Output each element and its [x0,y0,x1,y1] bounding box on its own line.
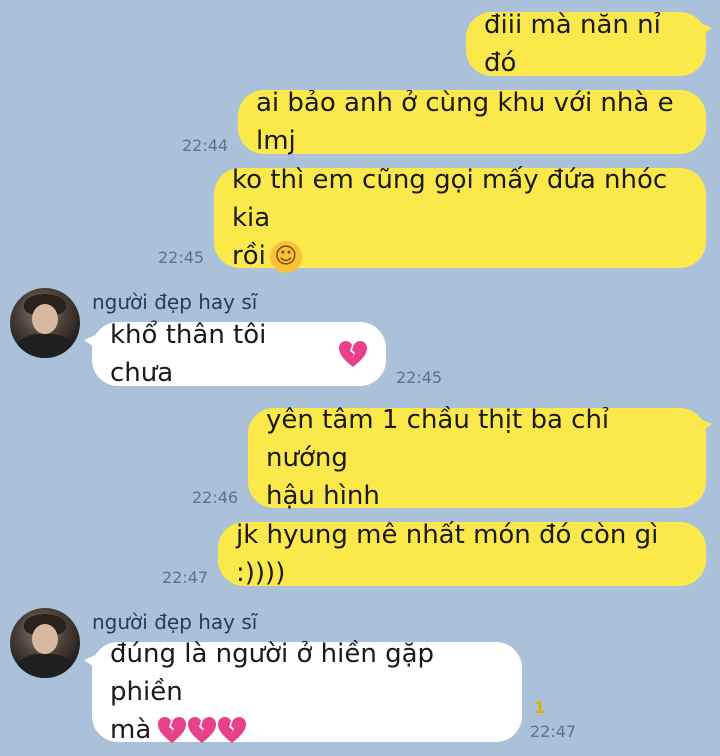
broken-heart-icon [338,340,368,368]
sent-message-bubble[interactable]: jk hyung mê nhất món đó còn gì :)))) [218,520,706,588]
sent-message-bubble[interactable]: ko thì em cũng gọi mấy đứa nhóc kia rồi ☺ [214,165,706,273]
received-message-bubble[interactable]: khổ thân tôi chưa [84,320,386,388]
message-text: khổ thân tôi chưa [110,320,267,388]
message-text-line: yên tâm 1 chầu thịt ba chỉ nướng [266,405,610,473]
sent-message-bubble[interactable]: yên tâm 1 chầu thịt ba chỉ nướng hậu hìn… [248,405,712,511]
message-text-line: mà [110,711,247,749]
message-text-line: rồi ☺ [232,237,302,275]
broken-heart-icon [217,716,247,744]
smiling-face-emoji-icon: ☺ [269,240,302,273]
sent-message-bubble[interactable]: ai bảo anh ở cùng khu với nhà e lmj [238,88,706,156]
contact-avatar[interactable] [10,288,80,358]
message-text: ai bảo anh ở cùng khu với nhà e lmj [256,88,674,156]
unread-count: 1 [534,698,546,717]
contact-avatar[interactable] [10,608,80,678]
message-timestamp: 22:47 [530,722,577,741]
broken-heart-icon [187,716,217,744]
message-timestamp: 22:46 [192,488,239,507]
message-text-line: đúng là người ở hiền gặp phiền [110,639,435,707]
message-timestamp: 22:45 [158,248,205,267]
message-text-line: ko thì em cũng gọi mấy đứa nhóc kia [232,165,668,233]
message-timestamp: 22:44 [182,136,229,155]
message-text: điii mà năn nỉ đó [484,10,661,78]
received-message-bubble[interactable]: đúng là người ở hiền gặp phiền mà [84,639,522,745]
sender-name: người đẹp hay sĩ [92,290,258,314]
broken-heart-icon [157,716,187,744]
message-text-line: hậu hình [266,481,380,511]
message-text: jk hyung mê nhất món đó còn gì :)))) [236,520,659,588]
sent-message-bubble[interactable]: điii mà năn nỉ đó [466,10,712,78]
message-timestamp: 22:45 [396,368,443,387]
message-timestamp: 22:47 [162,568,209,587]
sender-name: người đẹp hay sĩ [92,610,258,634]
